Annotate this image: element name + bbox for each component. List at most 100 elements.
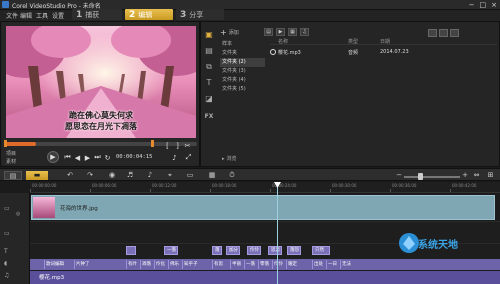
timeline-playhead[interactable] [277, 182, 278, 284]
mark-in-icon[interactable]: [ [163, 141, 172, 150]
end-icon[interactable]: ⏭ [93, 153, 102, 162]
column-date[interactable]: 日期 [380, 38, 420, 45]
menu-tools[interactable]: 工具 [36, 11, 48, 20]
undo-icon[interactable]: ↶ [66, 171, 74, 180]
mark-out-icon[interactable]: ] [173, 141, 182, 150]
auto-music-icon[interactable]: ♪ [146, 171, 154, 180]
instant-project-icon[interactable]: ▤ [203, 46, 215, 56]
play-button[interactable]: ▶ [47, 151, 59, 163]
subtitle-segment[interactable]: 一落 [244, 260, 258, 269]
subtitle-segment[interactable]: 出处 [312, 260, 326, 269]
fit-project-icon[interactable]: ⇔ [472, 171, 481, 180]
video-clip[interactable]: 花海的世界.jpg [31, 195, 495, 220]
track-visibility-icon[interactable]: ◎ [16, 211, 20, 217]
list-view-icon[interactable] [428, 29, 437, 37]
subtitle-segment[interactable]: 歌词编辑 [44, 260, 74, 269]
split-clip-icon[interactable]: ✂ [183, 141, 192, 150]
subtitle-segment[interactable]: 无法 [340, 260, 354, 269]
subtitle-segment[interactable]: 有叶 [126, 260, 140, 269]
subtitle-segment[interactable]: 半丽 [230, 260, 244, 269]
record-capture-icon[interactable]: ◉ [108, 171, 116, 180]
maximize-icon[interactable]: □ [480, 1, 487, 9]
menu-settings[interactable]: 设置 [52, 11, 64, 20]
timecode-display[interactable]: 00:00:04:15 [116, 154, 152, 160]
timeline-view-button[interactable]: ▬ [26, 171, 48, 180]
title-clip[interactable]: 思恋 [268, 246, 282, 255]
time-remap-icon[interactable]: ⏱ [228, 171, 236, 180]
trim-end-marker[interactable] [151, 140, 154, 147]
subtitle-segment[interactable]: 伶伶 [272, 260, 286, 269]
folder-item[interactable]: 文件夹 (4) [220, 76, 265, 85]
media-icon[interactable]: ▣ [203, 30, 215, 40]
graphic-icon[interactable]: ◪ [203, 94, 215, 104]
motion-track-icon[interactable]: ⌖ [166, 171, 174, 180]
next-frame-icon[interactable]: ▶ [83, 153, 92, 162]
folder-item[interactable]: 文件夹 (3) [220, 67, 265, 76]
trim-start-marker[interactable] [4, 140, 7, 147]
zoom-slider-handle[interactable] [418, 173, 423, 180]
title-clip[interactable]: 落 [212, 246, 222, 255]
import-media-icon[interactable]: ▤ [264, 28, 273, 36]
subtitle-segment[interactable]: 一日 [326, 260, 340, 269]
add-folder-button[interactable]: + 添加 [220, 28, 239, 37]
repeat-icon[interactable]: ↻ [103, 153, 112, 162]
title-clip[interactable]: 一落 [164, 246, 178, 255]
previous-frame-icon[interactable]: ◀ [73, 153, 82, 162]
thumbnail-view-icon[interactable] [439, 29, 448, 37]
folder-item[interactable]: 文件夹 [220, 49, 265, 58]
volume-icon[interactable]: ♪ [170, 153, 179, 162]
menu-edit[interactable]: 编辑 [20, 11, 32, 20]
column-name[interactable]: 名称 [270, 38, 348, 45]
title-icon[interactable]: T [203, 78, 215, 88]
column-extra[interactable] [420, 38, 497, 44]
voice-track-icon[interactable]: ◖ [4, 260, 7, 267]
transition-icon[interactable]: ⧉ [203, 62, 215, 72]
folder-item[interactable]: 样本 [220, 40, 265, 49]
title-track-icon[interactable]: T [4, 248, 8, 255]
show-video-icon[interactable]: ▶ [276, 28, 285, 36]
subtitle-segment[interactable]: 凋落 [140, 260, 154, 269]
subtitle-segment[interactable]: 佛乐 [168, 260, 182, 269]
subtitle-segment[interactable]: 耀定 [286, 260, 302, 269]
title-clip[interactable]: 只然 [312, 246, 330, 255]
subtitle-segment[interactable]: 片钟了 [74, 260, 92, 269]
project-mode-label[interactable]: 项目 [6, 150, 16, 157]
title-clip[interactable]: 加分 [226, 246, 240, 255]
show-audio-icon[interactable]: ♫ [300, 28, 309, 36]
folder-item-selected[interactable]: 文件夹 (2) [220, 58, 265, 67]
browse-button[interactable]: ▸ 浏览 [222, 155, 237, 163]
subtitle-segment[interactable]: 伶化 [154, 260, 168, 269]
zoom-out-icon[interactable]: − [396, 171, 402, 180]
subtitle-segment[interactable]: 零落 [258, 260, 272, 269]
music-clip[interactable] [30, 271, 500, 284]
show-photo-icon[interactable]: ▦ [288, 28, 297, 36]
sort-icon[interactable] [450, 29, 459, 37]
video-track-icon[interactable]: ▭ [4, 205, 10, 212]
close-icon[interactable]: × [491, 1, 497, 9]
subtitle-segment[interactable]: 有思 [212, 260, 226, 269]
subtitle-segment[interactable]: 知乎子 [182, 260, 200, 269]
clip-mode-label[interactable]: 素材 [6, 158, 16, 165]
title-clip[interactable]: 落怨 [287, 246, 301, 255]
redo-icon[interactable]: ↷ [86, 171, 94, 180]
zoom-slider[interactable] [404, 176, 460, 178]
step-capture-tab[interactable]: 1 捕获 [72, 9, 122, 20]
menu-file[interactable]: 文件 [6, 11, 18, 20]
zoom-in-icon[interactable]: + [462, 171, 468, 180]
folder-item[interactable]: 文件夹 (5) [220, 85, 265, 94]
timeline-duration-icon[interactable]: ⊞ [486, 171, 495, 180]
subtitle-editor-icon[interactable]: ▭ [186, 171, 194, 180]
multi-camera-icon[interactable]: ▦ [208, 171, 216, 180]
timeline-ruler[interactable]: 00:00:00:00 00:00:06:00 00:00:12:00 00:0… [30, 182, 500, 193]
overlay-track-icon[interactable]: ▭ [4, 230, 10, 237]
title-clip[interactable]: 伶伶 [247, 246, 261, 255]
column-type[interactable]: 类型 [348, 38, 380, 45]
table-row[interactable]: 樱花.mp3 音频 2014.07.23 [270, 47, 497, 57]
step-edit-tab[interactable]: 2 编辑 [125, 9, 173, 20]
music-track-icon[interactable]: ♫ [4, 272, 9, 279]
fullscreen-icon[interactable]: ⤢ [184, 153, 193, 162]
mixer-icon[interactable]: ♬ [126, 171, 134, 180]
fx-filter-icon[interactable]: FX [203, 112, 215, 122]
home-icon[interactable]: ⏮ [63, 153, 72, 162]
storyboard-view-button[interactable]: ▤ [4, 171, 22, 180]
